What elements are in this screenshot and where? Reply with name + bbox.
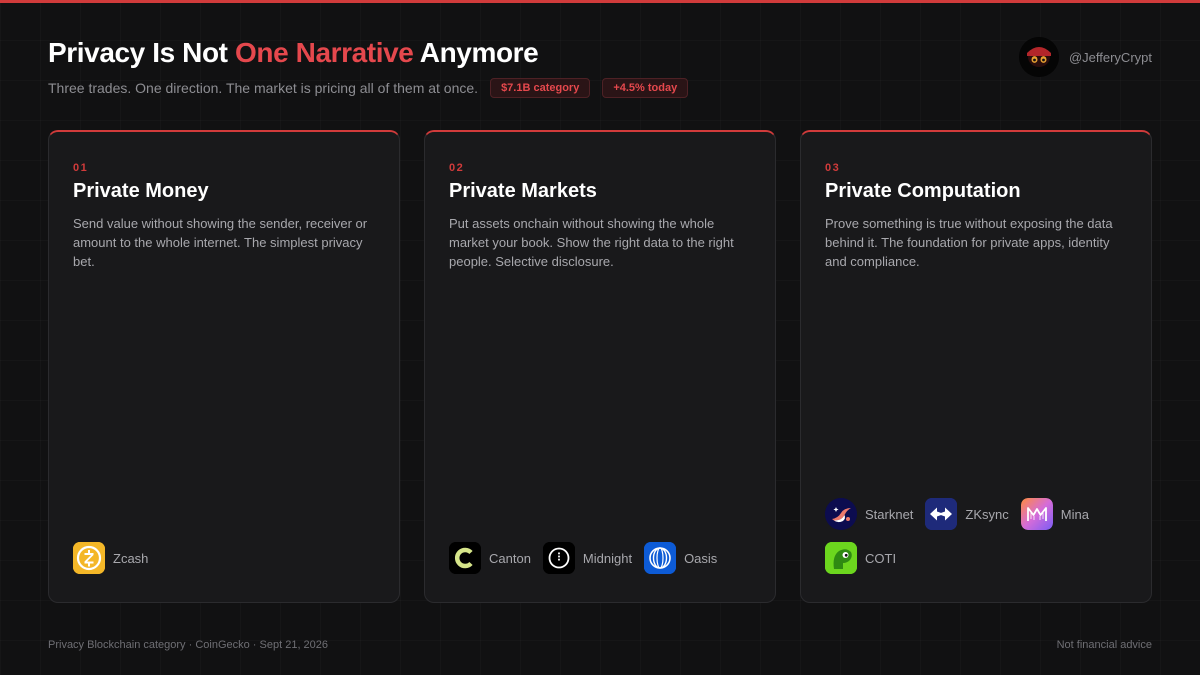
top-accent-bar (0, 0, 1200, 3)
card-title: Private Computation (825, 180, 1021, 202)
oasis-logo-icon (644, 542, 677, 574)
project-name: Zcash (113, 550, 149, 566)
title-suffix: Anymore (413, 37, 539, 68)
footer-disclaimer: Not financial advice (1056, 639, 1152, 651)
project-name: Canton (489, 550, 531, 566)
project-name: ZKsync (965, 506, 1009, 522)
project-starknet[interactable]: Starknet (825, 498, 913, 530)
avatar-icon (1018, 37, 1059, 77)
card-number: 02 (449, 162, 465, 174)
author-handle-text: @JefferyCrypt (1068, 49, 1152, 65)
page-title: Privacy Is Not One Narrative Anymore (48, 37, 539, 69)
project-mina[interactable]: Mina (1020, 498, 1089, 530)
subtitle-row: Three trades. One direction. The market … (48, 78, 700, 98)
card-description: Send value without showing the sender, r… (73, 216, 368, 269)
starknet-logo-icon (825, 498, 857, 530)
card-title: Private Money (73, 180, 209, 202)
project-name: Midnight (582, 550, 633, 566)
project-name: Starknet (865, 506, 914, 522)
author-handle[interactable]: @JefferyCrypt (1018, 37, 1152, 77)
project-list: Starknet ZKsync Mina COTI (825, 498, 1135, 574)
card-private-markets: 02 Private Markets Put assets onchain wi… (424, 130, 776, 603)
zksync-logo-icon (925, 498, 958, 530)
project-list: Canton Midnight Oasis (449, 542, 759, 574)
project-canton[interactable]: Canton (449, 542, 531, 574)
card-number: 01 (73, 162, 89, 174)
project-oasis[interactable]: Oasis (644, 542, 717, 574)
canton-logo-icon (449, 542, 481, 574)
card-description: Put assets onchain without showing the w… (449, 216, 734, 269)
card-title: Private Markets (449, 180, 597, 202)
footer-source: Privacy Blockchain category · CoinGecko … (48, 639, 329, 651)
project-list: Zcash (73, 542, 383, 574)
title-prefix: Privacy Is Not (48, 37, 235, 68)
zcash-logo-icon (73, 542, 105, 574)
card-number: 03 (825, 162, 841, 174)
project-name: COTI (865, 550, 897, 566)
card-private-money: 01 Private Money Send value without show… (48, 130, 400, 603)
coti-logo-icon (825, 542, 857, 574)
project-midnight[interactable]: Midnight (542, 542, 633, 574)
project-zksync[interactable]: ZKsync (925, 498, 1009, 530)
card-description: Prove something is true without exposing… (825, 216, 1113, 269)
project-coti[interactable]: COTI (825, 542, 896, 574)
card-private-computation: 03 Private Computation Prove something i… (800, 130, 1152, 603)
project-zcash[interactable]: Zcash (73, 542, 148, 574)
project-name: Mina (1060, 506, 1089, 522)
category-size-badge: $7.1B category (490, 78, 591, 98)
project-name: Oasis (684, 550, 718, 566)
subtitle: Three trades. One direction. The market … (48, 80, 479, 96)
title-accent: One Narrative (234, 37, 414, 68)
daily-change-badge: +4.5% today (602, 78, 689, 98)
midnight-logo-icon (542, 542, 575, 574)
mina-logo-icon (1020, 498, 1053, 530)
